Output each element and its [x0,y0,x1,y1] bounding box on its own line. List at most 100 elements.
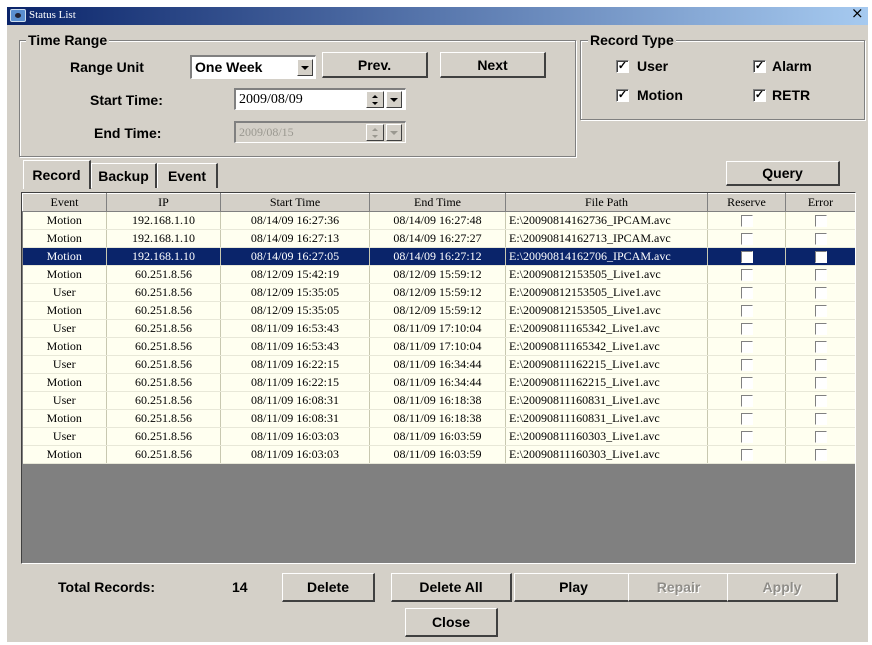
ip-cell: 60.251.8.56 [106,301,221,320]
column-header-end-time[interactable]: End Time [369,193,506,212]
reserve-checkbox[interactable] [740,287,753,300]
close-icon[interactable]: × [851,6,864,21]
title-bar[interactable]: Status List [7,7,868,25]
range-unit-select[interactable]: One Week [190,55,316,79]
table-row[interactable]: Motion 60.251.8.56 08/11/09 16:53:43 08/11/… [22,337,855,356]
reserve-checkbox[interactable] [740,233,753,246]
error-checkbox[interactable] [814,431,827,444]
event-cell: Motion [22,337,107,356]
error-checkbox[interactable] [814,377,827,390]
error-checkbox[interactable] [814,449,827,462]
start-time-spinner[interactable] [366,91,384,108]
file-path-cell: E:\20090811160831_Live1.avc [505,409,708,428]
table-row[interactable]: Motion 60.251.8.56 08/11/09 16:08:31 08/11/… [22,409,855,428]
reserve-checkbox[interactable] [740,305,753,318]
ip-cell: 60.251.8.56 [106,283,221,302]
delete-button[interactable]: Delete [282,573,375,602]
table-row[interactable]: Motion 60.251.8.56 08/11/09 16:03:03 08/11/… [22,445,855,464]
error-checkbox[interactable] [814,413,827,426]
reserve-checkbox[interactable] [740,377,753,390]
error-checkbox[interactable] [814,323,827,336]
reserve-cell [707,409,786,428]
start-time-cell: 08/11/09 16:08:31 [220,391,370,410]
reserve-checkbox[interactable] [740,431,753,444]
error-checkbox[interactable] [814,287,827,300]
prev-button[interactable]: Prev. [322,52,428,78]
reserve-checkbox[interactable] [740,215,753,228]
ip-cell: 60.251.8.56 [106,409,221,428]
record-type-alarm-checkbox[interactable]: ✓ [753,60,766,73]
table-row[interactable]: User 60.251.8.56 08/11/09 16:08:31 08/11/09… [22,391,855,410]
error-checkbox[interactable] [814,233,827,246]
event-cell: Motion [22,445,107,464]
record-type-retr-checkbox[interactable]: ✓ [753,89,766,102]
table-row[interactable]: Motion 60.251.8.56 08/12/09 15:35:05 08/12/… [22,301,855,320]
close-button[interactable]: Close [405,608,498,637]
tab-backup[interactable]: Backup [91,163,157,188]
start-time-field[interactable]: 2009/08/09 [234,88,406,110]
start-time-dropdown-button[interactable] [386,91,402,108]
start-time-cell: 08/14/09 16:27:13 [220,229,370,248]
error-checkbox[interactable] [814,251,827,264]
total-records-label: Total Records: [58,579,155,595]
table-body: Motion 192.168.1.10 08/14/09 16:27:36 08/14… [22,211,855,464]
file-path-cell: E:\20090814162713_IPCAM.avc [505,229,708,248]
error-checkbox[interactable] [814,359,827,372]
end-time-cell: 08/11/09 16:03:59 [369,445,506,464]
column-header-event[interactable]: Event [22,193,107,212]
delete-all-button[interactable]: Delete All [391,573,512,602]
record-type-user-checkbox[interactable]: ✓ [616,60,629,73]
range-unit-dropdown-button[interactable] [297,59,313,76]
table-row[interactable]: User 60.251.8.56 08/12/09 15:35:05 08/12/09… [22,283,855,302]
table-row[interactable]: Motion 192.168.1.10 08/14/09 16:27:05 08/14… [22,247,855,266]
reserve-checkbox[interactable] [740,323,753,336]
next-button[interactable]: Next [440,52,546,78]
reserve-checkbox[interactable] [740,269,753,282]
error-checkbox[interactable] [814,269,827,282]
reserve-checkbox[interactable] [740,395,753,408]
column-header-error[interactable]: Error [785,193,855,212]
reserve-cell [707,445,786,464]
table-row[interactable]: User 60.251.8.56 08/11/09 16:53:43 08/11/09… [22,319,855,338]
chevron-down-icon [390,97,398,102]
table-row[interactable]: User 60.251.8.56 08/11/09 16:22:15 08/11/09… [22,355,855,374]
column-header-file-path[interactable]: File Path [505,193,708,212]
error-cell [785,373,855,392]
error-checkbox[interactable] [814,395,827,408]
file-path-cell: E:\20090811162215_Live1.avc [505,373,708,392]
reserve-checkbox[interactable] [740,449,753,462]
column-header-start-time[interactable]: Start Time [220,193,370,212]
event-cell: User [22,355,107,374]
spin-up-icon [372,127,378,131]
error-checkbox[interactable] [814,215,827,228]
reserve-checkbox[interactable] [740,413,753,426]
table-row[interactable]: User 60.251.8.56 08/11/09 16:03:03 08/11/09… [22,427,855,446]
column-header-ip[interactable]: IP [106,193,221,212]
time-range-legend: Time Range [26,32,110,48]
table-row[interactable]: Motion 192.168.1.10 08/14/09 16:27:36 08/14… [22,211,855,230]
tab-event[interactable]: Event [157,163,218,188]
record-type-motion-checkbox[interactable]: ✓ [616,89,629,102]
record-type-alarm-label: Alarm [772,58,812,74]
record-table[interactable]: Event IP Start Time End Time File Path R… [21,192,856,564]
record-type-group [580,40,865,120]
start-time-label: Start Time: [90,92,163,108]
table-row[interactable]: Motion 60.251.8.56 08/11/09 16:22:15 08/11/… [22,373,855,392]
reserve-checkbox[interactable] [740,251,753,264]
error-cell [785,409,855,428]
tab-record[interactable]: Record [23,160,91,189]
apply-button: Apply [727,573,838,602]
file-path-cell: E:\20090811160831_Live1.avc [505,391,708,410]
play-button[interactable]: Play [514,573,634,602]
reserve-cell [707,427,786,446]
column-header-reserve[interactable]: Reserve [707,193,786,212]
error-checkbox[interactable] [814,305,827,318]
error-checkbox[interactable] [814,341,827,354]
reserve-checkbox[interactable] [740,359,753,372]
table-row[interactable]: Motion 60.251.8.56 08/12/09 15:42:19 08/12/… [22,265,855,284]
reserve-checkbox[interactable] [740,341,753,354]
query-button[interactable]: Query [726,161,840,186]
file-path-cell: E:\20090812153505_Live1.avc [505,283,708,302]
error-cell [785,427,855,446]
table-row[interactable]: Motion 192.168.1.10 08/14/09 16:27:13 08/14… [22,229,855,248]
